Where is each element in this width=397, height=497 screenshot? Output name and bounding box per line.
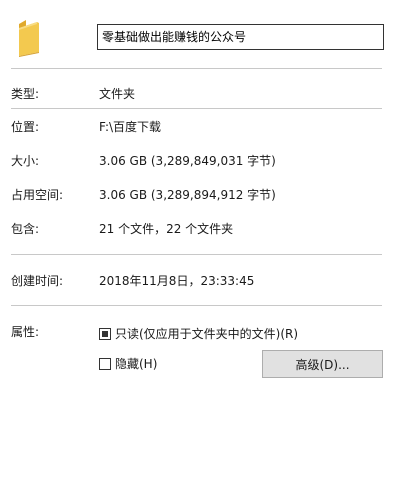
- size-label: 大小:: [11, 154, 40, 168]
- location-value: F:\百度下载: [99, 120, 162, 134]
- contains-label: 包含:: [11, 222, 40, 236]
- created-label: 创建时间:: [11, 274, 64, 288]
- size-on-disk-value: 3.06 GB (3,289,894,912 字节): [99, 188, 276, 202]
- contains-value: 21 个文件，22 个文件夹: [99, 222, 234, 236]
- advanced-button[interactable]: 高级(D)...: [262, 350, 383, 378]
- name-field[interactable]: 零基础做出能赚钱的公众号: [97, 24, 384, 50]
- divider: [11, 254, 382, 255]
- divider: [11, 68, 382, 69]
- hidden-checkbox-label[interactable]: 隐藏(H): [115, 356, 157, 372]
- divider: [11, 305, 382, 306]
- location-label: 位置:: [11, 120, 40, 134]
- created-value: 2018年11月8日，23:33:45: [99, 274, 255, 288]
- readonly-checkbox[interactable]: [99, 328, 111, 340]
- size-value: 3.06 GB (3,289,849,031 字节): [99, 154, 276, 168]
- hidden-checkbox[interactable]: [99, 358, 111, 370]
- attributes-label: 属性:: [11, 325, 40, 339]
- divider: [11, 108, 382, 109]
- type-label: 类型:: [11, 87, 40, 101]
- size-on-disk-label: 占用空间:: [11, 188, 64, 202]
- folder-icon: [17, 18, 41, 58]
- type-value: 文件夹: [99, 87, 136, 101]
- readonly-checkbox-label[interactable]: 只读(仅应用于文件夹中的文件)(R): [115, 326, 298, 342]
